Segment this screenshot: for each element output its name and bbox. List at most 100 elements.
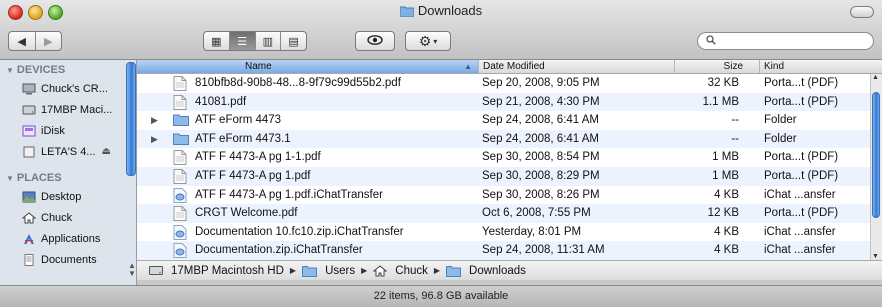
sidebar-item-hard-drive[interactable]: 17MBP Maci... — [0, 99, 136, 120]
table-row[interactable]: 41081.pdf Sep 21, 2008, 4:30 PM 1.1 MB Port… — [137, 92, 871, 112]
ichat-transfer-icon — [173, 243, 189, 259]
file-name: Documentation.zip.iChatTransfer — [195, 244, 363, 257]
folder-icon — [446, 265, 465, 277]
file-rows: 810bfb8d-90b8-48...8-9f79c99d55b2.pdf Sep… — [137, 74, 871, 260]
sidebar-item-idisk[interactable]: iDisk — [0, 120, 136, 141]
finder-window: Downloads ◀ ▶ ▦ ☰ ▥ ▤ ⚙ ▾ ▼ DEVICES Chuc… — [0, 0, 882, 307]
icon-view-icon: ▦ — [211, 35, 222, 48]
table-row[interactable]: ▶ ATF eForm 4473.1 Sep 24, 2008, 6:41 AM --… — [137, 129, 871, 149]
disclosure-triangle-icon[interactable]: ▶ — [151, 111, 161, 130]
disclosure-triangle-icon[interactable]: ▶ — [151, 130, 161, 149]
file-name: 810bfb8d-90b8-48...8-9f79c99d55b2.pdf — [195, 77, 401, 89]
file-name: 41081.pdf — [195, 95, 247, 108]
file-size: -- — [731, 132, 739, 145]
chevron-down-icon: ▾ — [433, 36, 438, 46]
file-size: 1 MB — [712, 169, 739, 182]
table-row[interactable]: ATF F 4473-A pg 1.pdf.iChatTransfer Sep 3… — [137, 186, 871, 205]
file-date: Sep 24, 2008, 6:41 AM — [482, 114, 600, 127]
file-size: 12 KB — [707, 207, 739, 220]
toolbar: Downloads ◀ ▶ ▦ ☰ ▥ ▤ ⚙ ▾ — [0, 0, 882, 60]
quicklook-button[interactable] — [355, 31, 395, 51]
file-list: Name ▲ Date Modified Size Kind 810bfb8d-9… — [137, 60, 882, 260]
scrollbar-thumb[interactable] — [872, 92, 880, 218]
file-kind: Porta...t (PDF) — [764, 95, 839, 108]
eject-icon[interactable]: ⏏ — [101, 146, 110, 157]
sidebar-resize-handle[interactable]: ▲ ▼ — [128, 262, 136, 278]
sidebar-item-external-drive[interactable]: LETA'S 4... ⏏ — [0, 141, 136, 162]
pdf-document-icon — [173, 206, 189, 222]
file-name: ATF F 4473-A pg 1-1.pdf — [195, 151, 321, 164]
file-name: ATF eForm 4473.1 — [195, 132, 291, 145]
back-forward-control: ◀ ▶ — [8, 31, 62, 51]
path-crumb-label: Users — [325, 264, 356, 277]
toolbar-toggle-button[interactable] — [850, 6, 874, 18]
file-kind: iChat ...ansfer — [764, 225, 836, 238]
table-row[interactable]: ATF F 4473-A pg 1-1.pdf Sep 30, 2008, 8:5… — [137, 148, 871, 167]
ichat-transfer-icon — [173, 224, 189, 240]
table-row[interactable]: ATF F 4473-A pg 1.pdf Sep 30, 2008, 8:29 … — [137, 166, 871, 186]
coverflow-view-button[interactable]: ▤ — [280, 32, 306, 50]
vertical-scrollbar[interactable]: ▲ ▼ — [870, 74, 882, 260]
column-header-kind[interactable]: Kind — [759, 60, 871, 73]
scroll-up-icon[interactable]: ▲ — [872, 74, 879, 81]
forward-button[interactable]: ▶ — [34, 32, 62, 50]
column-header-date[interactable]: Date Modified — [478, 60, 674, 73]
hard-drive-icon — [22, 103, 36, 117]
file-size: 1 MB — [712, 151, 739, 164]
table-row[interactable]: CRGT Welcome.pdf Oct 6, 2008, 7:55 PM 12 K… — [137, 204, 871, 223]
sidebar-item-applications[interactable]: Applications — [0, 228, 136, 249]
file-date: Oct 6, 2008, 7:55 PM — [482, 207, 591, 220]
sidebar-scrollbar-thumb[interactable] — [126, 62, 136, 176]
idisk-icon — [22, 124, 36, 138]
file-name: ATF F 4473-A pg 1.pdf — [195, 169, 311, 182]
path-crumb-label: 17MBP Macintosh HD — [171, 264, 284, 277]
file-kind: Porta...t (PDF) — [764, 151, 839, 164]
table-row[interactable]: ▶ ATF eForm 4473 Sep 24, 2008, 6:41 AM -- Fo… — [137, 111, 871, 130]
table-row[interactable]: Documentation.zip.iChatTransfer Sep 24, 2… — [137, 241, 871, 260]
home-icon — [22, 211, 36, 225]
scroll-down-icon[interactable]: ▼ — [872, 253, 879, 260]
eye-icon — [367, 34, 383, 48]
path-crumb[interactable]: Downloads — [446, 265, 526, 277]
search-field[interactable] — [697, 32, 874, 50]
action-menu-button[interactable]: ⚙ ▾ — [405, 31, 451, 51]
pdf-document-icon — [173, 150, 189, 166]
status-bar: 22 items, 96.8 GB available — [0, 285, 882, 307]
file-name: Documentation 10.fc10.zip.iChatTransfer — [195, 225, 404, 238]
file-name: CRGT Welcome.pdf — [195, 207, 298, 220]
path-crumb[interactable]: 17MBP Macintosh HD — [149, 265, 284, 277]
file-date: Sep 20, 2008, 9:05 PM — [482, 77, 600, 89]
places-header[interactable]: ▼ PLACES — [0, 168, 136, 186]
list-view-button[interactable]: ☰ — [228, 32, 255, 50]
file-size: 4 KB — [714, 244, 739, 257]
column-header-name[interactable]: Name ▲ — [137, 60, 478, 73]
sidebar-item-computer[interactable]: Chuck's CR... — [0, 78, 136, 99]
file-date: Sep 30, 2008, 8:54 PM — [482, 151, 600, 164]
table-row[interactable]: 810bfb8d-90b8-48...8-9f79c99d55b2.pdf Sep… — [137, 74, 871, 93]
sidebar-item-desktop[interactable]: Desktop — [0, 186, 136, 207]
list-view-icon: ☰ — [237, 35, 248, 48]
folder-icon — [173, 132, 189, 147]
file-date: Yesterday, 8:01 PM — [482, 225, 582, 238]
file-date: Sep 30, 2008, 8:26 PM — [482, 188, 600, 201]
sidebar: ▼ DEVICES Chuck's CR... 17MBP Maci... iDi… — [0, 60, 137, 286]
column-view-button[interactable]: ▥ — [254, 32, 281, 50]
devices-header[interactable]: ▼ DEVICES — [0, 60, 136, 78]
search-input[interactable] — [720, 34, 864, 48]
documents-icon — [22, 253, 36, 267]
column-header-size[interactable]: Size — [674, 60, 759, 73]
back-button[interactable]: ◀ — [9, 32, 35, 50]
file-date: Sep 24, 2008, 6:41 AM — [482, 132, 600, 145]
external-drive-icon — [22, 145, 36, 159]
icon-view-button[interactable]: ▦ — [204, 32, 229, 50]
file-size: -- — [731, 114, 739, 127]
path-bar: 17MBP Macintosh HD ▶ Users ▶ Chuck ▶ Downloads — [137, 260, 882, 280]
ichat-transfer-icon — [173, 187, 189, 203]
sidebar-item-documents[interactable]: Documents — [0, 249, 136, 270]
desktop-icon — [22, 190, 36, 204]
table-row[interactable]: Documentation 10.fc10.zip.iChatTransfer Y… — [137, 223, 871, 242]
window-title: Downloads — [0, 3, 882, 20]
path-crumb[interactable]: Users — [302, 265, 355, 277]
path-crumb[interactable]: Chuck — [373, 265, 428, 277]
sidebar-item-home[interactable]: Chuck — [0, 207, 136, 228]
